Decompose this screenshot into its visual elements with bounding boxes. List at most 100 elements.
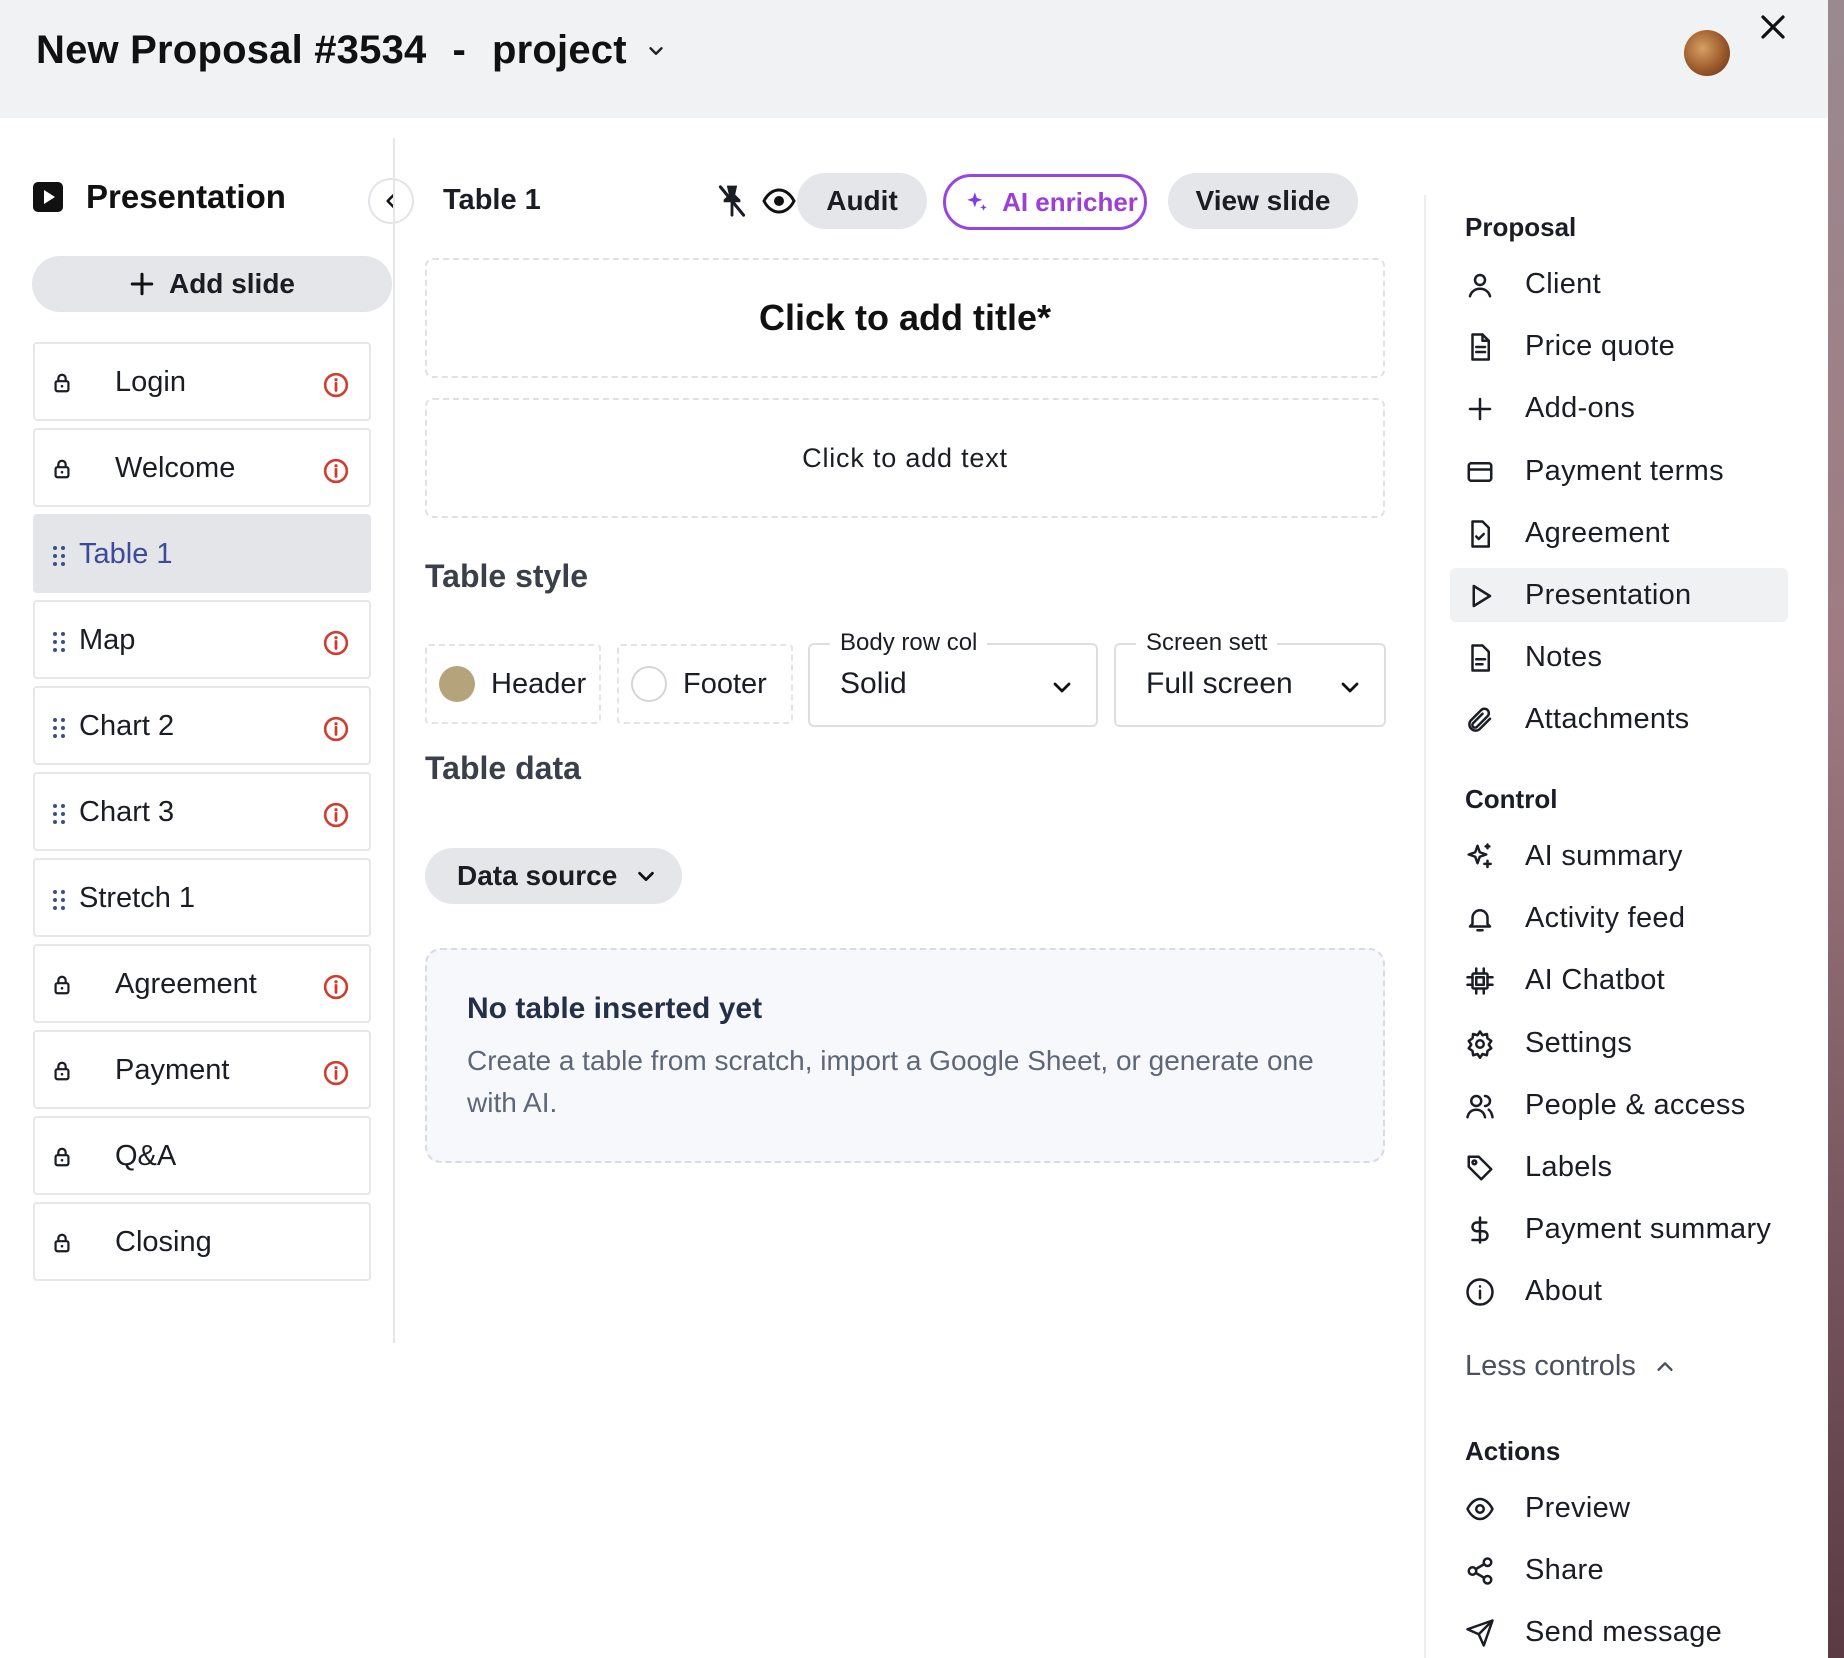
drag-handle-icon[interactable]: [49, 802, 69, 826]
slide-item[interactable]: Chart 3: [33, 772, 371, 851]
chevron-down-icon: [638, 871, 655, 882]
nav-item-notes[interactable]: Notes: [1450, 630, 1788, 684]
add-slide-button[interactable]: Add slide: [32, 256, 392, 312]
nav-item-label: Activity feed: [1525, 902, 1686, 935]
drag-handle-icon[interactable]: [49, 888, 69, 912]
slide-item[interactable]: Table 1: [33, 514, 371, 593]
drag-handle-icon[interactable]: [49, 716, 69, 740]
nav-item-payment-summary[interactable]: Payment summary: [1450, 1202, 1788, 1256]
close-icon[interactable]: [1758, 12, 1788, 42]
proposal-editor-window: New Proposal #3534 - project Presentatio…: [0, 0, 1828, 1658]
slide-item[interactable]: Chart 2: [33, 686, 371, 765]
body-row-color-label: Body row col: [830, 629, 988, 657]
lock-icon: [51, 1146, 73, 1168]
nav-item-label: Labels: [1525, 1151, 1613, 1183]
view-slide-button[interactable]: View slide: [1168, 173, 1358, 229]
nav-item-attachments[interactable]: Attachments: [1450, 692, 1788, 746]
bell-icon: [1465, 904, 1495, 934]
warning-info-icon[interactable]: [323, 802, 349, 828]
nav-item-label: Client: [1525, 268, 1601, 300]
slide-label: Stretch 1: [79, 882, 196, 914]
slide-label: Q&A: [115, 1140, 177, 1172]
slide-item[interactable]: Map: [33, 600, 371, 679]
nav-item-add-ons[interactable]: Add-ons: [1450, 381, 1788, 435]
nav-item-client[interactable]: Client: [1450, 257, 1788, 311]
header-toggle[interactable]: Header: [425, 644, 601, 724]
empty-table-title: No table inserted yet: [467, 992, 763, 1025]
chip-icon: [1465, 966, 1495, 996]
nav-item-send-message[interactable]: Send message: [1450, 1605, 1788, 1658]
slide-item[interactable]: Payment: [33, 1030, 371, 1109]
nav-item-about[interactable]: About: [1450, 1264, 1788, 1318]
slide-item[interactable]: Q&A: [33, 1116, 371, 1195]
dollar-icon: [1465, 1215, 1495, 1245]
warning-info-icon[interactable]: [323, 372, 349, 398]
drag-handle-icon[interactable]: [49, 630, 69, 654]
nav-item-price-quote[interactable]: Price quote: [1450, 319, 1788, 373]
nav-item-payment-terms[interactable]: Payment terms: [1450, 444, 1788, 498]
data-source-button[interactable]: Data source: [425, 848, 682, 904]
chevron-down-icon: [1053, 682, 1071, 693]
lock-icon: [51, 1060, 73, 1082]
less-controls-button[interactable]: Less controls: [1465, 1350, 1676, 1383]
sparkle-icon: [967, 192, 987, 211]
slide-text-input[interactable]: Click to add text: [425, 398, 1385, 518]
nav-item-label: Payment terms: [1525, 454, 1724, 487]
warning-info-icon[interactable]: [323, 974, 349, 1000]
credit-card-icon: [1465, 457, 1495, 487]
nav-item-label: Preview: [1525, 1492, 1631, 1524]
slide-item[interactable]: Stretch 1: [33, 858, 371, 937]
nav-item-preview[interactable]: Preview: [1450, 1481, 1788, 1535]
warning-info-icon[interactable]: [323, 716, 349, 742]
nav-item-label: Share: [1525, 1554, 1604, 1587]
document-icon: [1465, 332, 1495, 362]
slide-item[interactable]: Welcome: [33, 428, 371, 507]
nav-item-share[interactable]: Share: [1450, 1543, 1788, 1597]
chevron-down-icon[interactable]: [645, 40, 667, 62]
slide-label: Agreement: [115, 968, 257, 1000]
proposal-title: New Proposal #3534: [36, 28, 427, 72]
note-icon: [1465, 643, 1495, 673]
proposal-title-bar[interactable]: New Proposal #3534 - project: [36, 28, 667, 73]
slide-item[interactable]: Agreement: [33, 944, 371, 1023]
slide-label: Login: [115, 366, 186, 398]
nav-item-label: Price quote: [1525, 330, 1675, 363]
nav-item-ai-summary[interactable]: AI summary: [1450, 829, 1788, 883]
lock-icon: [51, 974, 73, 996]
footer-toggle[interactable]: Footer: [617, 644, 793, 724]
collapse-sidebar-button[interactable]: [368, 178, 414, 224]
warning-info-icon[interactable]: [323, 630, 349, 656]
nav-item-label: AI summary: [1525, 840, 1683, 872]
nav-item-labels[interactable]: Labels: [1450, 1140, 1788, 1194]
nav-item-people-access[interactable]: People & access: [1450, 1078, 1788, 1132]
avatar[interactable]: [1684, 30, 1730, 76]
lock-icon: [51, 458, 73, 480]
data-source-label: Data source: [457, 860, 618, 891]
desktop-background: [1828, 0, 1844, 1658]
nav-item-settings[interactable]: Settings: [1450, 1016, 1788, 1070]
body-row-color-select[interactable]: Body row col Solid: [808, 629, 1098, 727]
warning-info-icon[interactable]: [323, 1060, 349, 1086]
slide-item[interactable]: Login: [33, 342, 371, 421]
nav-item-agreement[interactable]: Agreement: [1450, 506, 1788, 560]
project-name: project: [492, 28, 627, 72]
slide-label: Chart 2: [79, 710, 175, 742]
screen-settings-select[interactable]: Screen sett Full screen: [1114, 629, 1386, 727]
eye-icon[interactable]: [762, 186, 796, 216]
slide-label: Closing: [115, 1226, 212, 1258]
nav-item-label: Attachments: [1525, 703, 1690, 736]
slide-title-input[interactable]: Click to add title*: [425, 258, 1385, 378]
slide-item[interactable]: Closing: [33, 1202, 371, 1281]
nav-item-presentation[interactable]: Presentation: [1450, 568, 1788, 622]
top-bar: New Proposal #3534 - project: [0, 0, 1828, 118]
warning-info-icon[interactable]: [323, 458, 349, 484]
nav-item-label: Send message: [1525, 1616, 1723, 1649]
slide-label: Payment: [115, 1054, 230, 1086]
audit-button[interactable]: Audit: [797, 173, 927, 229]
nav-item-activity-feed[interactable]: Activity feed: [1450, 891, 1788, 945]
unpin-icon[interactable]: [716, 183, 748, 219]
drag-handle-icon[interactable]: [49, 544, 69, 568]
nav-item-ai-chatbot[interactable]: AI Chatbot: [1450, 953, 1788, 1007]
screen-settings-label: Screen sett: [1136, 629, 1278, 657]
ai-enricher-button[interactable]: AI enricher: [943, 174, 1147, 230]
